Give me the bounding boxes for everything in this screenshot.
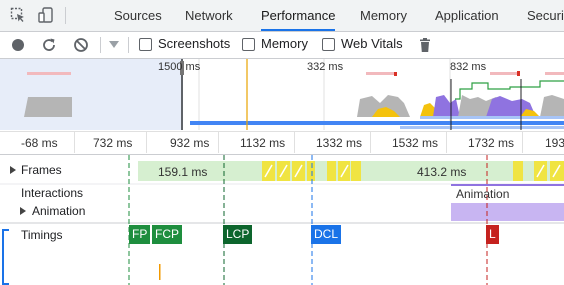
web-vitals-label: Web Vitals: [341, 36, 403, 51]
time-ruler: -68 ms 732 ms 932 ms 1132 ms 1332 ms 153…: [0, 131, 564, 155]
overview-label: 332 ms: [307, 61, 344, 73]
ruler-label: 932 ms: [170, 136, 210, 150]
ruler-tick: [294, 132, 295, 153]
ruler-label: 1132 ms: [240, 136, 286, 150]
timing-marker-lcp[interactable]: LCP: [223, 225, 253, 244]
ruler-label: 1532 ms: [392, 136, 439, 150]
frame-duration[interactable]: 159.1 ms: [158, 165, 207, 179]
animation-bar-label[interactable]: Animation: [456, 187, 509, 201]
ruler-label: 732 ms: [93, 136, 133, 150]
inspect-element-icon[interactable]: [10, 7, 26, 23]
screenshots-checkbox[interactable]: [139, 38, 152, 51]
reload-record-icon[interactable]: [41, 37, 57, 53]
ruler-tick: [370, 132, 371, 153]
tab-memory[interactable]: Memory: [360, 0, 407, 31]
dropdown-arrow-icon[interactable]: [109, 41, 119, 49]
ruler-label: 1732 ms: [468, 136, 515, 150]
overview-label: 1500 ms: [158, 61, 201, 73]
timing-marker-load[interactable]: L: [486, 225, 499, 244]
animation-track-label[interactable]: Animation: [32, 204, 85, 218]
tab-network[interactable]: Network: [185, 0, 233, 31]
timing-marker-dcl[interactable]: DCL: [311, 225, 342, 244]
tab-bar-divider: [65, 7, 66, 24]
ruler-label: -68 ms: [21, 136, 58, 150]
memory-checkbox[interactable]: [242, 38, 255, 51]
timing-marker-fp[interactable]: FP: [129, 225, 151, 244]
devtools-tab-bar: Sources Network Performance Memory Appli…: [0, 0, 564, 32]
memory-label: Memory: [261, 36, 308, 51]
timing-marker-fcp[interactable]: FCP: [152, 225, 182, 244]
interactions-track-label: Interactions: [21, 186, 84, 200]
toolbar-divider: [128, 37, 129, 53]
tab-sources[interactable]: Sources: [114, 0, 162, 31]
ruler-tick: [446, 132, 447, 153]
frame-duration[interactable]: 413.2 ms: [417, 165, 466, 179]
clear-icon[interactable]: [73, 37, 89, 53]
animation-expand-icon[interactable]: [20, 207, 26, 215]
ruler-tick: [146, 132, 147, 153]
frames-expand-icon[interactable]: [10, 166, 16, 174]
ruler-tick: [218, 132, 219, 153]
ruler-tick: [74, 132, 75, 153]
tab-application[interactable]: Application: [435, 0, 499, 31]
device-toolbar-icon[interactable]: [38, 7, 54, 23]
screenshots-label: Screenshots: [158, 36, 231, 51]
tab-performance[interactable]: Performance: [248, 0, 348, 31]
toolbar-divider: [100, 37, 101, 53]
ruler-tick: [522, 132, 523, 153]
ruler-label: 1332 ms: [316, 136, 363, 150]
tracks-grid: [0, 155, 564, 285]
overview-label: 832 ms: [450, 61, 487, 73]
performance-toolbar: Screenshots Memory Web Vitals: [0, 32, 564, 59]
timeline-overview[interactable]: 1500 ms 332 ms 832 ms: [0, 59, 564, 130]
timings-track-label: Timings: [21, 228, 63, 242]
frames-track-label[interactable]: Frames: [21, 163, 62, 177]
ruler-label: 193: [545, 136, 564, 150]
web-vitals-checkbox[interactable]: [322, 38, 335, 51]
record-icon[interactable]: [11, 38, 25, 52]
trash-icon[interactable]: [417, 37, 433, 53]
tab-security[interactable]: Securit: [527, 0, 564, 31]
